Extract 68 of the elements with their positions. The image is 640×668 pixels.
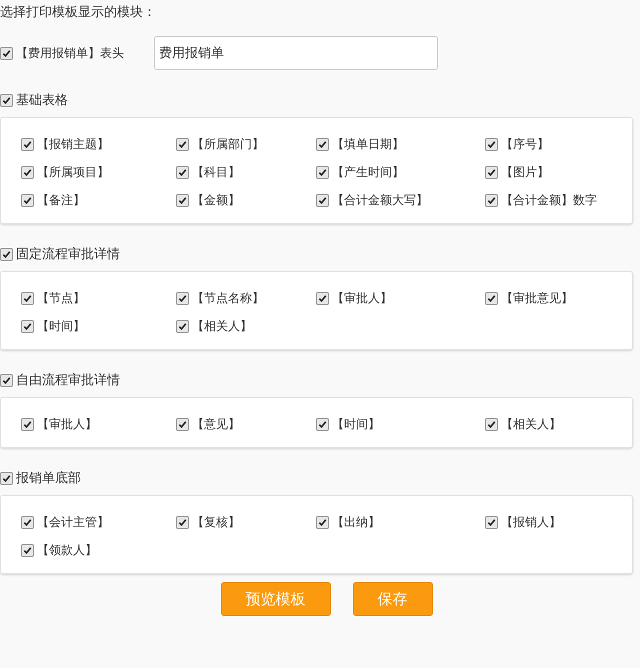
checkbox[interactable] [316, 194, 329, 207]
option-label: 【相关人】 [501, 416, 561, 433]
checkbox[interactable] [485, 516, 498, 529]
checkbox[interactable] [485, 292, 498, 305]
checkbox[interactable] [21, 292, 34, 305]
checkbox[interactable] [21, 194, 34, 207]
option-label: 【时间】 [332, 416, 380, 433]
option-label: 【复核】 [192, 514, 240, 531]
title-input[interactable]: 费用报销单 [154, 36, 438, 70]
option-label: 【相关人】 [192, 318, 252, 335]
option-label: 【审批人】 [37, 416, 97, 433]
option-label: 【所属项目】 [37, 164, 109, 181]
option-label: 【金额】 [192, 192, 240, 209]
checkbox[interactable] [485, 166, 498, 179]
section-title: 自由流程审批详情 [16, 372, 120, 389]
checkbox[interactable] [485, 418, 498, 431]
option-label: 【会计主管】 [37, 514, 109, 531]
checkbox[interactable] [0, 472, 13, 484]
checkbox[interactable] [316, 292, 329, 305]
option-label: 【领款人】 [37, 542, 97, 559]
option-label: 【审批意见】 [501, 290, 573, 307]
checkbox[interactable] [176, 292, 189, 305]
checkbox[interactable] [21, 166, 34, 179]
option-label: 【费用报销单】表头 [16, 44, 124, 62]
option-label: 【意见】 [192, 416, 240, 433]
checkbox[interactable] [176, 138, 189, 151]
option-label: 【出纳】 [332, 514, 380, 531]
option-label: 【填单日期】 [332, 136, 404, 153]
option-label: 【节点名称】 [192, 290, 264, 307]
checkbox[interactable] [485, 194, 498, 207]
checkbox[interactable] [316, 516, 329, 529]
option-label: 【报销人】 [501, 514, 561, 531]
checkbox[interactable] [316, 138, 329, 151]
checkbox[interactable] [0, 248, 13, 260]
option-label: 【序号】 [501, 136, 549, 153]
option-label: 【图片】 [501, 164, 549, 181]
checkbox[interactable] [21, 418, 34, 431]
option-label: 【产生时间】 [332, 164, 404, 181]
checkbox[interactable] [21, 138, 34, 151]
option-label: 【所属部门】 [192, 136, 264, 153]
section-title: 固定流程审批详情 [16, 246, 120, 263]
checkbox[interactable] [21, 516, 34, 529]
checkbox[interactable] [0, 374, 13, 386]
checkbox[interactable] [0, 46, 13, 60]
option-label: 【备注】 [37, 192, 85, 209]
option-label: 【报销主题】 [37, 136, 109, 153]
section-title: 基础表格 [16, 92, 68, 109]
checkbox[interactable] [176, 516, 189, 529]
checkbox[interactable] [176, 320, 189, 333]
preview-button[interactable]: 预览模板 [220, 582, 330, 616]
checkbox[interactable] [176, 166, 189, 179]
option-label: 【合计金额】数字 [501, 192, 597, 209]
option-label: 【审批人】 [332, 290, 392, 307]
option-label: 【时间】 [37, 318, 85, 335]
checkbox[interactable] [316, 418, 329, 431]
checkbox[interactable] [316, 166, 329, 179]
checkbox[interactable] [176, 418, 189, 431]
checkbox[interactable] [21, 544, 34, 557]
checkbox[interactable] [485, 138, 498, 151]
option-label: 【合计金额大写】 [332, 192, 428, 209]
checkbox[interactable] [21, 320, 34, 333]
option-label: 【节点】 [37, 290, 85, 307]
checkbox[interactable] [0, 94, 13, 106]
section-title: 报销单底部 [16, 470, 81, 487]
prompt-text: 选择打印模板显示的模块： [0, 4, 157, 22]
option-label: 【科目】 [192, 164, 240, 181]
save-button[interactable]: 保存 [352, 582, 432, 616]
checkbox[interactable] [176, 194, 189, 207]
